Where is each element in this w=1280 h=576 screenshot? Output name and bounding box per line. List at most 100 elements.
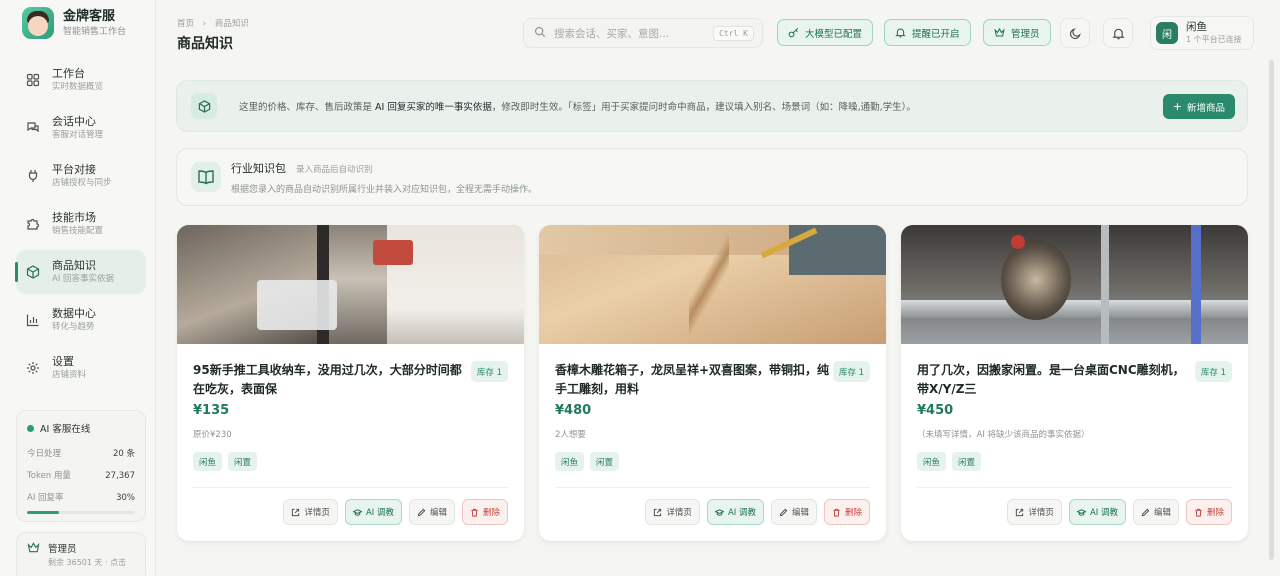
brand[interactable]: 金牌客服 智能销售工作台 [22, 7, 126, 39]
scrollbar[interactable] [1269, 60, 1274, 560]
external-link-icon [292, 508, 300, 516]
stat-row: AI 回复率 30% [27, 487, 135, 509]
pencil-icon [1141, 508, 1150, 516]
sidebar-item-sub: 实时数据概览 [52, 81, 104, 92]
breadcrumb: 首页 › 商品知识 [177, 17, 249, 29]
stock-badge: 库存 1 [832, 361, 870, 382]
theme-toggle-button[interactable] [1060, 18, 1090, 48]
avatar: 闲 [1156, 22, 1178, 44]
sidebar-item-sessions[interactable]: 会话中心 客服对话管理 [16, 106, 146, 150]
breadcrumb-current: 商品知识 [214, 19, 249, 29]
sidebar-item-sub: 店铺授权与同步 [52, 177, 112, 188]
admin-role-label: 管理员 [1011, 28, 1040, 40]
stat-label: 今日处理 [27, 449, 62, 459]
plug-icon [26, 169, 40, 183]
admin-card[interactable]: 管理员 剩余 36501 天 · 点击 [16, 532, 146, 576]
knowledge-pack-title: 行业知识包 [231, 161, 286, 175]
add-product-button[interactable]: + 新增商品 [1162, 94, 1235, 119]
reply-rate-bar [27, 511, 135, 514]
reply-rate-fill [27, 511, 60, 514]
brand-subtitle: 智能销售工作台 [63, 26, 127, 37]
divider [193, 487, 508, 488]
product-tag: 闲置 [952, 452, 982, 471]
delete-button[interactable]: 删除 [823, 499, 870, 525]
stat-value: 30% [116, 493, 135, 503]
delete-button[interactable]: 删除 [461, 499, 508, 525]
sidebar: 金牌客服 智能销售工作台 工作台 实时数据概览 会话中心 客服对话管理 平台对接 店铺… [0, 0, 156, 576]
stock-badge: 库存 1 [1194, 361, 1232, 382]
stat-label: Token 用量 [27, 471, 71, 481]
cube-icon [191, 93, 217, 119]
product-tag: 闲鱼 [555, 452, 585, 471]
sidebar-item-skills[interactable]: 技能市场 销售技能配置 [16, 202, 146, 246]
graduation-cap-icon [1076, 508, 1086, 516]
banner-text-c: ，修改即时生效。「标签」用于买家提问时命中商品，建议填入别名、场景词（如：降噪,… [491, 102, 916, 113]
admin-role-button[interactable]: 管理员 [983, 19, 1051, 46]
ai-status-title: AI 客服在线 [40, 424, 91, 435]
search-shortcut: Ctrl K [713, 25, 754, 41]
product-image[interactable] [539, 225, 886, 344]
divider [555, 487, 870, 488]
sidebar-item-label: 平台对接 [52, 162, 96, 176]
ai-tune-button[interactable]: AI 调教 [1068, 499, 1126, 525]
delete-label: 删除 [482, 508, 500, 518]
product-meta: 2人想要 [555, 430, 586, 440]
product-price: ¥135 [193, 403, 230, 418]
sidebar-item-label: 技能市场 [52, 210, 96, 224]
edit-button[interactable]: 编辑 [408, 499, 455, 525]
knowledge-pack-card: 行业知识包 录入商品后自动识别 根据您录入的商品自动识别所属行业并装入对应知识包，… [176, 148, 1248, 206]
detail-label: 详情页 [666, 508, 692, 518]
sidebar-item-settings[interactable]: 设置 店铺资料 [16, 346, 146, 390]
stock-badge: 库存 1 [470, 361, 508, 382]
user-sub: 1 个平台已连接 [1186, 35, 1242, 44]
ai-tune-label: AI 调教 [727, 508, 756, 518]
sidebar-item-product-knowledge[interactable]: 商品知识 AI 回答事实依据 [15, 250, 146, 294]
graduation-cap-icon [714, 508, 724, 516]
banner-text: 这里的价格、库存、售后政策是 AI 回复买家的唯一事实依据，修改即时生效。「标签… [239, 99, 916, 113]
trash-icon [1195, 508, 1202, 517]
ai-tune-button[interactable]: AI 调教 [344, 499, 402, 525]
topbar: 首页 › 商品知识 商品知识 搜索会话、买家、意图... Ctrl K 大模型已… [157, 0, 1280, 64]
product-image[interactable] [901, 225, 1248, 344]
sidebar-item-label: 数据中心 [52, 306, 96, 320]
stat-row: Token 用量 27,367 [27, 465, 135, 487]
chat-icon [26, 121, 40, 135]
notifications-button[interactable] [1103, 18, 1133, 48]
gear-icon [26, 361, 40, 375]
product-title: 用了几次，因搬家闲置。是一台桌面CNC雕刻机，带X/Y/Z三 [917, 363, 1185, 396]
model-status-label: 大模型已配置 [805, 28, 863, 40]
sidebar-item-platform[interactable]: 平台对接 店铺授权与同步 [16, 154, 146, 198]
edit-label: 编辑 [1153, 508, 1171, 518]
stat-row: 今日处理 20 条 [27, 443, 135, 465]
edit-button[interactable]: 编辑 [1132, 499, 1179, 525]
breadcrumb-home[interactable]: 首页 [177, 19, 194, 29]
sidebar-item-data[interactable]: 数据中心 转化与趋势 [16, 298, 146, 342]
detail-page-button[interactable]: 详情页 [283, 499, 338, 525]
user-menu[interactable]: 闲 闲鱼 1 个平台已连接 [1150, 16, 1254, 50]
product-meta: 原价¥230 [193, 430, 232, 440]
ai-tune-button[interactable]: AI 调教 [706, 499, 764, 525]
sidebar-item-sub: 客服对话管理 [52, 129, 104, 140]
detail-page-button[interactable]: 详情页 [1007, 499, 1062, 525]
detail-page-button[interactable]: 详情页 [645, 499, 700, 525]
breadcrumb-separator: › [202, 19, 207, 29]
brand-logo [22, 7, 54, 39]
reminder-button[interactable]: 提醒已开启 [884, 19, 971, 46]
brand-name: 金牌客服 [63, 8, 116, 24]
edit-label: 编辑 [429, 508, 447, 518]
product-card: 95新手推工具收纳车，没用过几次，大部分时间都在吃灰，表面保 库存 1 ¥135… [177, 225, 524, 541]
cube-icon [26, 265, 40, 279]
crown-icon [994, 27, 1005, 37]
delete-button[interactable]: 删除 [1185, 499, 1232, 525]
sidebar-item-dashboard[interactable]: 工作台 实时数据概览 [16, 58, 146, 102]
product-image[interactable] [177, 225, 524, 344]
divider [917, 487, 1232, 488]
sidebar-nav: 工作台 实时数据概览 会话中心 客服对话管理 平台对接 店铺授权与同步 技能市场 销售技… [15, 58, 146, 394]
model-status-button[interactable]: 大模型已配置 [777, 19, 874, 46]
edit-label: 编辑 [791, 508, 809, 518]
graduation-cap-icon [352, 508, 362, 516]
product-tag: 闲置 [228, 452, 258, 471]
search-input[interactable]: 搜索会话、买家、意图... Ctrl K [523, 18, 763, 48]
edit-button[interactable]: 编辑 [770, 499, 817, 525]
product-tag: 闲鱼 [917, 452, 947, 471]
